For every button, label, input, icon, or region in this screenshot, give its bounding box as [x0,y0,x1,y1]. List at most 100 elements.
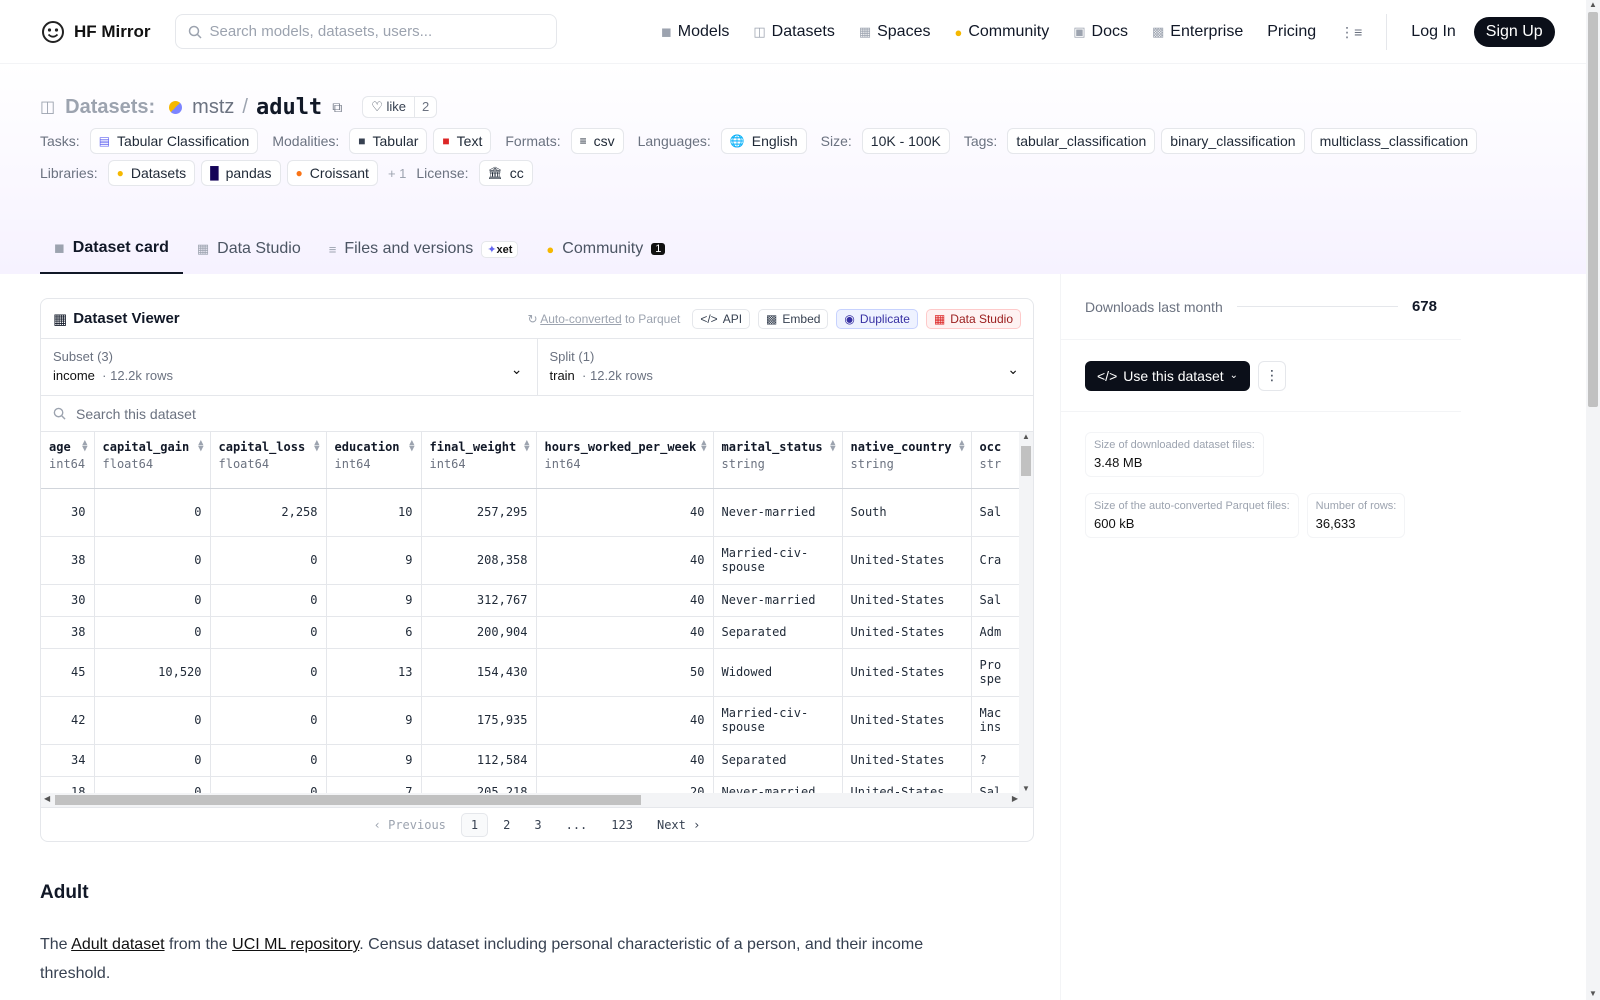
sort-icon[interactable]: ▲ ▼ [82,439,87,454]
column-header[interactable]: age int64 ▲ ▼ [41,432,95,489]
meta-row-1: Tasks: ▤ Tabular Classification Modalitie… [40,128,1560,154]
sort-icon[interactable]: ▲ ▼ [314,439,319,454]
chevron-down-icon: ⌄ [510,361,523,377]
column-header[interactable]: capital_loss float64 ▲ ▼ [210,432,327,489]
signup-button[interactable]: Sign Up [1473,17,1555,47]
tag-chip[interactable]: tabular_classification [1007,128,1156,154]
sort-icon[interactable]: ▲ ▼ [959,439,964,454]
scroll-thumb[interactable] [1588,12,1598,407]
column-dtype: string [721,457,765,471]
scroll-up-arrow[interactable]: ▲ [1022,432,1030,441]
table-horizontal-scrollbar[interactable]: ◀ ▶ [41,793,1021,807]
repo-type-label[interactable]: Datasets: [65,96,155,119]
page-scrollbar[interactable]: ▲ ▼ [1586,0,1600,1000]
downloads-row: Downloads last month 678 [1061,274,1461,340]
table-cell: Married-civ- spouse [713,696,843,745]
table-cell: 0 [210,536,327,585]
license-chip[interactable]: 🏛 cc [478,160,533,186]
language-chip[interactable]: 🌐 English [720,128,807,154]
global-search-input[interactable]: Search models, datasets, users... [174,14,557,49]
uci-repository-link[interactable]: UCI ML repository [232,936,359,953]
column-header[interactable]: native_country string ▲ ▼ [842,432,972,489]
nav-enterprise[interactable]: ▩ Enterprise [1152,23,1243,41]
repo-name[interactable]: adult [256,95,322,120]
library-chip-pandas[interactable]: █ pandas [201,160,281,186]
modality-chip-text[interactable]: ■ Text [433,128,492,154]
xet-icon: ✦ [487,243,497,256]
column-dtype: int64 [334,457,371,471]
column-header[interactable]: education int64 ▲ ▼ [326,432,422,489]
split-select[interactable]: Split (1) train · 12.2k rows ⌄ [536,339,1034,395]
login-link[interactable]: Log In [1411,23,1455,41]
library-chip-croissant[interactable]: ● Croissant [286,160,378,186]
sort-icon[interactable]: ▲ ▼ [830,439,835,454]
scroll-up-arrow[interactable]: ▲ [1589,0,1597,9]
table-vertical-scrollbar[interactable]: ▲ ▼ [1019,432,1033,807]
column-header[interactable]: final_weight int64 ▲ ▼ [421,432,537,489]
tag-chip[interactable]: multiclass_classification [1310,128,1478,154]
scroll-thumb[interactable] [55,795,641,805]
table-cell: Separated [713,744,843,777]
previous-page-button[interactable]: ‹ Previous [365,814,455,836]
table-cell: 30 [41,488,95,537]
size-chip[interactable]: 10K - 100K [861,128,950,154]
table-icon: ▦ [933,311,946,326]
next-page-button[interactable]: Next › [648,814,709,836]
tab-dataset-card[interactable]: ◼ Dataset card [40,224,183,274]
nav-models[interactable]: ◼ Models [661,23,729,41]
globe-icon: 🌐 [729,134,745,148]
page-last[interactable]: 123 [602,814,642,836]
nav-docs[interactable]: ▣ Docs [1073,23,1128,41]
column-header[interactable]: hours_worked_per_week int64 ▲ ▼ [536,432,714,489]
nav-community[interactable]: ● Community [954,23,1049,41]
auto-converted-note[interactable]: ↻ Auto-converted to Parquet [528,312,681,326]
table-cell: 10 [326,488,422,537]
embed-button[interactable]: ▩ Embed [758,308,829,329]
scroll-left-arrow[interactable]: ◀ [44,794,50,803]
libraries-more[interactable]: + 1 [388,166,406,181]
subset-select[interactable]: Subset (3) income · 12.2k rows ⌄ [41,339,537,395]
more-menu-icon[interactable]: ⋮≡ [1340,24,1362,41]
nav-pricing[interactable]: Pricing [1267,23,1316,41]
format-chip[interactable]: ≡ csv [570,128,624,154]
sort-icon[interactable]: ▲ ▼ [701,439,706,454]
scroll-thumb[interactable] [1021,446,1031,476]
chevron-down-icon: ⌄ [1007,361,1019,377]
use-this-dataset-button[interactable]: </> Use this dataset ⌄ [1085,360,1251,391]
dataset-search-input[interactable]: Search this dataset [41,396,1033,432]
scroll-right-arrow[interactable]: ▶ [1012,794,1018,803]
adult-dataset-link[interactable]: Adult dataset [71,936,164,953]
scroll-down-arrow[interactable]: ▼ [1589,989,1597,998]
page-1[interactable]: 1 [460,812,489,837]
task-chip[interactable]: ▤ Tabular Classification [89,128,259,154]
like-button[interactable]: ♡ like 2 [362,96,438,118]
sort-icon[interactable]: ▲ ▼ [409,439,414,454]
scroll-down-arrow[interactable]: ▼ [1022,784,1030,793]
auto-converted-link[interactable]: Auto-converted [540,312,621,326]
tab-files-and-versions[interactable]: ≡ Files and versions ✦xet [315,224,533,274]
library-chip-datasets[interactable]: ● Datasets [107,160,196,186]
sort-icon[interactable]: ▲ ▼ [198,439,203,454]
sort-icon[interactable]: ▲ ▼ [524,439,529,454]
table-cell: 40 [536,696,714,745]
column-header[interactable]: capital_gain float64 ▲ ▼ [94,432,211,489]
modality-chip-tabular[interactable]: ■ Tabular [349,128,428,154]
stat-parquet-size: Size of the auto-converted Parquet files… [1085,493,1299,538]
more-options-icon[interactable]: ⋮ [1258,360,1287,391]
tab-data-studio[interactable]: ▦ Data Studio [183,224,315,274]
nav-spaces[interactable]: ▦ Spaces [859,23,931,41]
api-button[interactable]: </> API [692,308,751,329]
duplicate-button[interactable]: ◉ Duplicate [836,308,918,329]
column-header[interactable]: marital_status string ▲ ▼ [713,432,843,489]
data-studio-button[interactable]: ▦ Data Studio [925,308,1021,329]
tag-chip[interactable]: binary_classification [1161,128,1305,154]
tab-community[interactable]: ● Community 1 [532,224,679,274]
page-3[interactable]: 3 [525,814,550,836]
tab-label: Dataset card [72,239,169,256]
search-placeholder: Search models, datasets, users... [209,23,433,40]
nav-datasets[interactable]: ◫ Datasets [753,23,834,41]
repo-owner[interactable]: mstz [192,96,234,119]
page-2[interactable]: 2 [494,814,519,836]
copy-icon[interactable]: ⧉ [332,99,342,116]
brand[interactable]: HF Mirror [40,19,151,45]
